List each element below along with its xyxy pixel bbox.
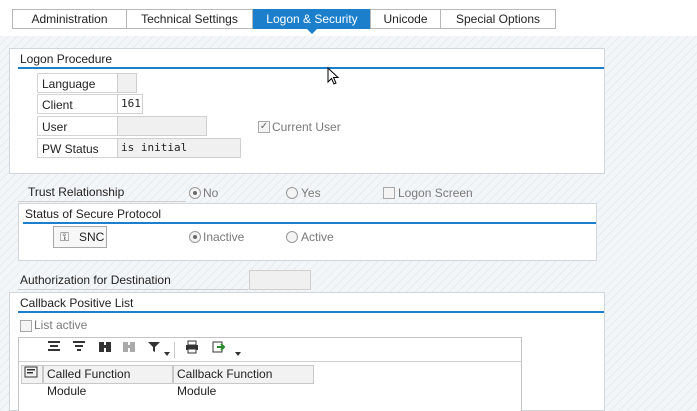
authorization-label: Authorization for Destination	[18, 270, 248, 290]
key-icon: ⚿	[60, 230, 70, 244]
current-user-label: Current User	[272, 120, 341, 134]
pw-status-label: PW Status	[37, 138, 122, 158]
filter-dropdown-icon[interactable]	[164, 352, 170, 356]
mouse-cursor-icon	[327, 67, 340, 85]
pw-status-field: is initial	[117, 138, 241, 158]
toolbar-separator	[174, 342, 175, 358]
active-radio[interactable]	[286, 231, 298, 243]
active-label: Active	[301, 230, 334, 244]
inactive-radio[interactable]	[189, 231, 201, 243]
tab-logon-security[interactable]: Logon & Security	[253, 9, 371, 29]
callback-table: Called Function Module Callback Function…	[18, 337, 522, 411]
logon-screen-checkbox[interactable]	[383, 187, 395, 199]
current-user-checkbox[interactable]: ✓	[258, 121, 270, 133]
align-bottom-icon[interactable]	[69, 340, 89, 360]
user-field[interactable]	[117, 116, 207, 136]
tab-special-options[interactable]: Special Options	[440, 9, 556, 29]
language-field[interactable]	[117, 73, 137, 93]
secure-protocol-group: Status of Secure Protocol ⚿ SNC Inactive…	[18, 203, 597, 261]
logon-procedure-group: Logon Procedure Language Client 161 User…	[9, 48, 605, 174]
print-icon[interactable]	[182, 340, 202, 360]
tab-administration[interactable]: Administration	[12, 9, 127, 29]
find-icon[interactable]	[95, 340, 115, 360]
tab-technical-settings[interactable]: Technical Settings	[126, 9, 253, 29]
trust-relationship-label: Trust Relationship	[18, 182, 186, 202]
export-dropdown-icon[interactable]	[235, 352, 241, 356]
authorization-field[interactable]	[249, 270, 311, 290]
logon-screen-label: Logon Screen	[398, 186, 473, 200]
list-active-checkbox[interactable]	[20, 320, 32, 332]
logon-procedure-title: Logon Procedure	[18, 51, 604, 69]
trust-yes-radio[interactable]	[286, 187, 298, 199]
callback-group: Callback Positive List List active Calle…	[9, 292, 605, 411]
find-next-icon[interactable]	[119, 340, 139, 360]
trust-yes-label: Yes	[301, 186, 321, 200]
trust-no-label: No	[203, 186, 219, 200]
select-all-icon[interactable]	[21, 365, 43, 384]
secure-protocol-title: Status of Secure Protocol	[23, 206, 596, 224]
snc-button[interactable]: ⚿ SNC	[53, 226, 107, 248]
filter-icon[interactable]	[144, 340, 164, 360]
column-header-callback-function-module[interactable]: Callback Function Module	[173, 365, 314, 398]
list-active-label: List active	[34, 318, 88, 332]
tab-content: Logon Procedure Language Client 161 User…	[0, 36, 697, 411]
column-header-called-function-module[interactable]: Called Function Module	[43, 365, 173, 398]
export-icon[interactable]	[209, 340, 229, 360]
tab-bar: Administration Technical Settings Logon …	[0, 0, 697, 36]
user-label: User	[37, 116, 122, 136]
snc-button-label: SNC	[79, 230, 105, 244]
client-label: Client	[37, 94, 122, 114]
callback-title: Callback Positive List	[18, 295, 604, 313]
client-field[interactable]: 161	[117, 94, 143, 114]
language-label: Language	[37, 73, 122, 93]
trust-no-radio[interactable]	[189, 187, 201, 199]
table-toolbar	[19, 338, 521, 362]
active-tab-indicator	[306, 28, 318, 34]
inactive-label: Inactive	[203, 230, 245, 244]
tab-unicode[interactable]: Unicode	[370, 9, 441, 29]
align-top-icon[interactable]	[44, 340, 64, 360]
